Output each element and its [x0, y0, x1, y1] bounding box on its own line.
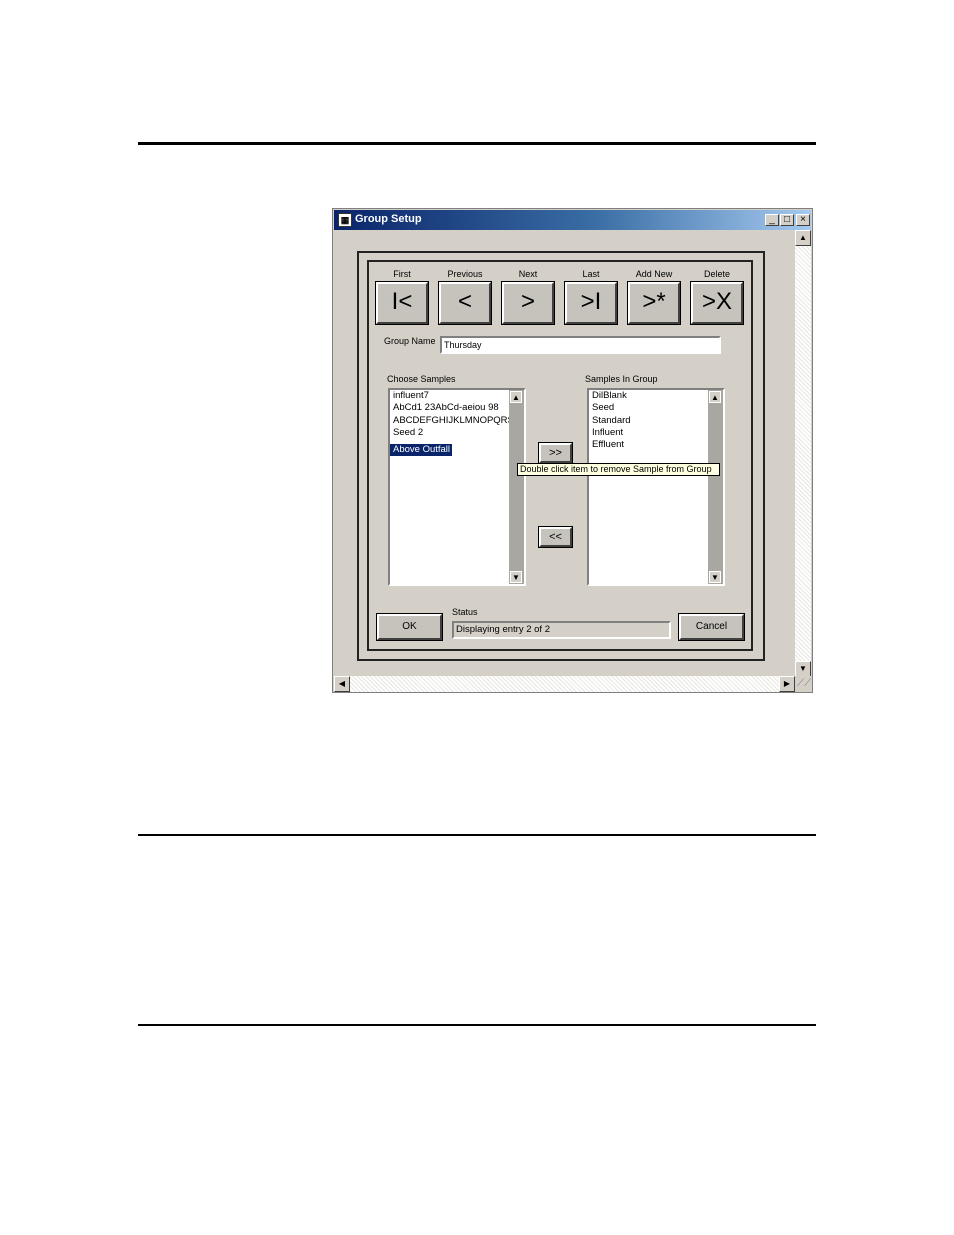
last-label: Last: [582, 269, 600, 279]
middle-divider-line: [138, 834, 816, 836]
tooltip: Double click item to remove Sample from …: [517, 463, 720, 476]
next-label: Next: [518, 269, 538, 279]
group-setup-window: ▦ Group Setup _ □ × ▲ ▼ ◀ ▶ ⟋⟋ First Pre…: [332, 208, 813, 693]
list-item[interactable]: Seed 2: [390, 427, 524, 439]
resize-grip-icon[interactable]: ⟋⟋: [795, 676, 811, 692]
scroll-up-arrow-icon[interactable]: ▲: [510, 391, 522, 403]
first-button[interactable]: I<: [375, 281, 429, 325]
scroll-down-arrow-icon[interactable]: ▼: [795, 661, 811, 677]
scroll-down-arrow-icon[interactable]: ▼: [510, 571, 522, 583]
group-name-field[interactable]: Thursday: [440, 336, 721, 354]
list-item[interactable]: DilBlank: [589, 390, 723, 402]
bottom-divider-line: [138, 1024, 816, 1026]
ok-button[interactable]: OK: [376, 613, 443, 641]
list-item[interactable]: Influent: [589, 427, 723, 439]
samples-in-group-label: Samples In Group: [585, 374, 658, 384]
list-item-selected[interactable]: Above Outfall: [390, 444, 453, 457]
first-label: First: [393, 269, 411, 279]
last-button[interactable]: >I: [564, 281, 618, 325]
app-icon: ▦: [338, 213, 352, 227]
title-bar[interactable]: ▦ Group Setup _ □ ×: [334, 210, 811, 230]
next-button[interactable]: >: [501, 281, 555, 325]
list-item[interactable]: Standard: [589, 415, 723, 427]
top-divider-line: [138, 142, 816, 145]
window-title: Group Setup: [355, 213, 422, 225]
scroll-down-arrow-icon[interactable]: ▼: [709, 571, 721, 583]
list-item[interactable]: AbCd1 23AbCd-aeiou 98: [390, 402, 524, 414]
previous-button[interactable]: <: [438, 281, 492, 325]
samples-in-group-scrollbar[interactable]: ▲ ▼: [708, 390, 723, 584]
remove-from-group-button[interactable]: <<: [538, 526, 573, 548]
cancel-button[interactable]: Cancel: [678, 613, 745, 641]
previous-label: Previous: [447, 269, 483, 279]
horizontal-scrollbar[interactable]: ◀ ▶: [334, 676, 795, 692]
list-item[interactable]: Effluent: [589, 439, 723, 451]
maximize-button[interactable]: □: [780, 214, 794, 226]
add-new-button[interactable]: >*: [627, 281, 681, 325]
list-item[interactable]: influent7: [390, 390, 524, 402]
delete-button[interactable]: >X: [690, 281, 744, 325]
scroll-left-arrow-icon[interactable]: ◀: [334, 676, 350, 692]
choose-samples-list[interactable]: influent7 AbCd1 23AbCd-aeiou 98 ABCDEFGH…: [388, 388, 526, 586]
scroll-up-arrow-icon[interactable]: ▲: [709, 391, 721, 403]
add-new-label: Add New: [635, 269, 673, 279]
scroll-up-arrow-icon[interactable]: ▲: [795, 230, 811, 246]
delete-label: Delete: [703, 269, 730, 279]
minimize-button[interactable]: _: [765, 214, 779, 226]
vertical-scrollbar[interactable]: ▲ ▼: [795, 230, 811, 677]
scroll-right-arrow-icon[interactable]: ▶: [779, 676, 795, 692]
choose-samples-scrollbar[interactable]: ▲ ▼: [509, 390, 524, 584]
status-field: Displaying entry 2 of 2: [452, 621, 671, 639]
group-name-label: Group Name: [384, 336, 436, 346]
close-button[interactable]: ×: [796, 214, 810, 226]
status-label: Status: [452, 607, 478, 617]
samples-in-group-list[interactable]: DilBlank Seed Standard Influent Effluent…: [587, 388, 725, 586]
list-item[interactable]: ABCDEFGHIJKLMNOPQRST: [390, 415, 524, 427]
choose-samples-label: Choose Samples: [387, 374, 456, 384]
add-to-group-button[interactable]: >>: [538, 442, 573, 464]
list-item[interactable]: Seed: [589, 402, 723, 414]
